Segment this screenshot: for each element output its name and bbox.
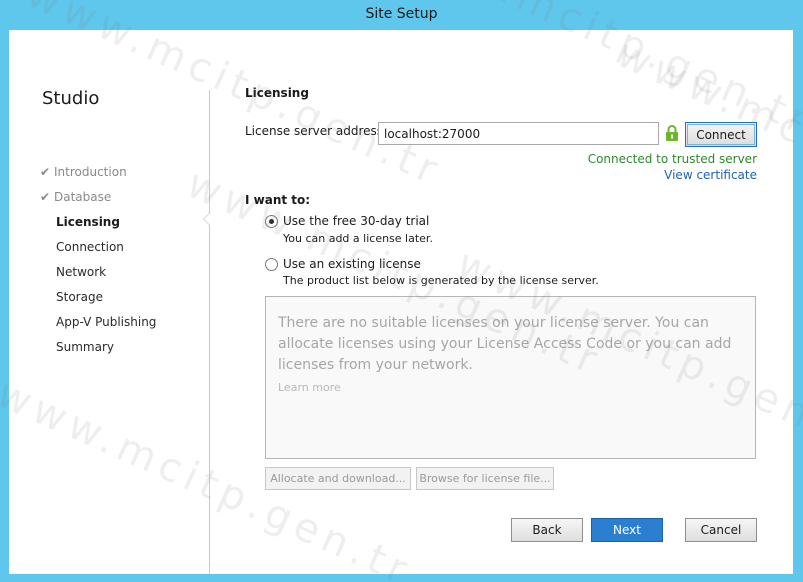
- connect-button[interactable]: Connect: [685, 122, 757, 147]
- licensing-page: Licensing License server address: Connec…: [245, 30, 785, 574]
- existing-license-option-description: The product list below is generated by t…: [283, 274, 599, 287]
- cancel-button[interactable]: Cancel: [685, 518, 757, 542]
- license-server-input[interactable]: [378, 122, 659, 145]
- i-want-to-label: I want to:: [245, 193, 311, 207]
- window-title: Site Setup: [365, 6, 438, 22]
- site-setup-window: Site Setup Studio ✔ Introduction ✔ Databas…: [0, 0, 803, 582]
- allocate-and-download-button[interactable]: Allocate and download...: [265, 467, 411, 490]
- license-server-label: License server address:: [245, 124, 388, 138]
- step-summary: Summary: [56, 340, 114, 354]
- product-list: There are no suitable licenses on your l…: [265, 296, 756, 459]
- step-introduction: ✔ Introduction: [40, 163, 156, 188]
- step-app-v-publishing: App-V Publishing: [56, 315, 157, 329]
- checkmark-icon: ✔: [40, 165, 51, 179]
- step-storage: Storage: [56, 290, 103, 304]
- sidebar: Studio ✔ Introduction ✔ Database Licensing…: [9, 30, 209, 574]
- app-name: Studio: [42, 88, 100, 109]
- browse-license-file-button[interactable]: Browse for license file...: [416, 467, 554, 490]
- existing-license-radio[interactable]: [265, 258, 278, 271]
- sidebar-divider: [209, 90, 210, 574]
- existing-license-option-label[interactable]: Use an existing license: [283, 257, 421, 271]
- wizard-frame: Studio ✔ Introduction ✔ Database Licensing…: [9, 30, 793, 574]
- back-button[interactable]: Back: [511, 518, 583, 542]
- checkmark-icon: ✔: [40, 190, 51, 204]
- step-database: ✔ Database: [40, 188, 156, 213]
- step-label: Database: [54, 190, 112, 204]
- step-label: Introduction: [54, 165, 127, 179]
- view-certificate-link[interactable]: View certificate: [664, 168, 757, 182]
- wizard-steps: ✔ Introduction ✔ Database Licensing Connec…: [40, 163, 156, 363]
- trial-option-label[interactable]: Use the free 30-day trial: [283, 214, 429, 228]
- connection-status: Connected to trusted server: [587, 152, 757, 166]
- step-connection: Connection: [56, 240, 124, 254]
- selection-pointer-inner: [204, 213, 210, 225]
- learn-more-link[interactable]: Learn more: [278, 381, 341, 394]
- lock-icon: [666, 125, 678, 141]
- page-title: Licensing: [245, 86, 309, 100]
- trial-radio[interactable]: [265, 215, 278, 228]
- next-button[interactable]: Next: [591, 518, 663, 542]
- trial-option-description: You can add a license later.: [283, 232, 433, 245]
- step-network: Network: [56, 265, 107, 279]
- empty-list-message: There are no suitable licenses on your l…: [278, 315, 732, 373]
- step-licensing: Licensing: [56, 215, 120, 229]
